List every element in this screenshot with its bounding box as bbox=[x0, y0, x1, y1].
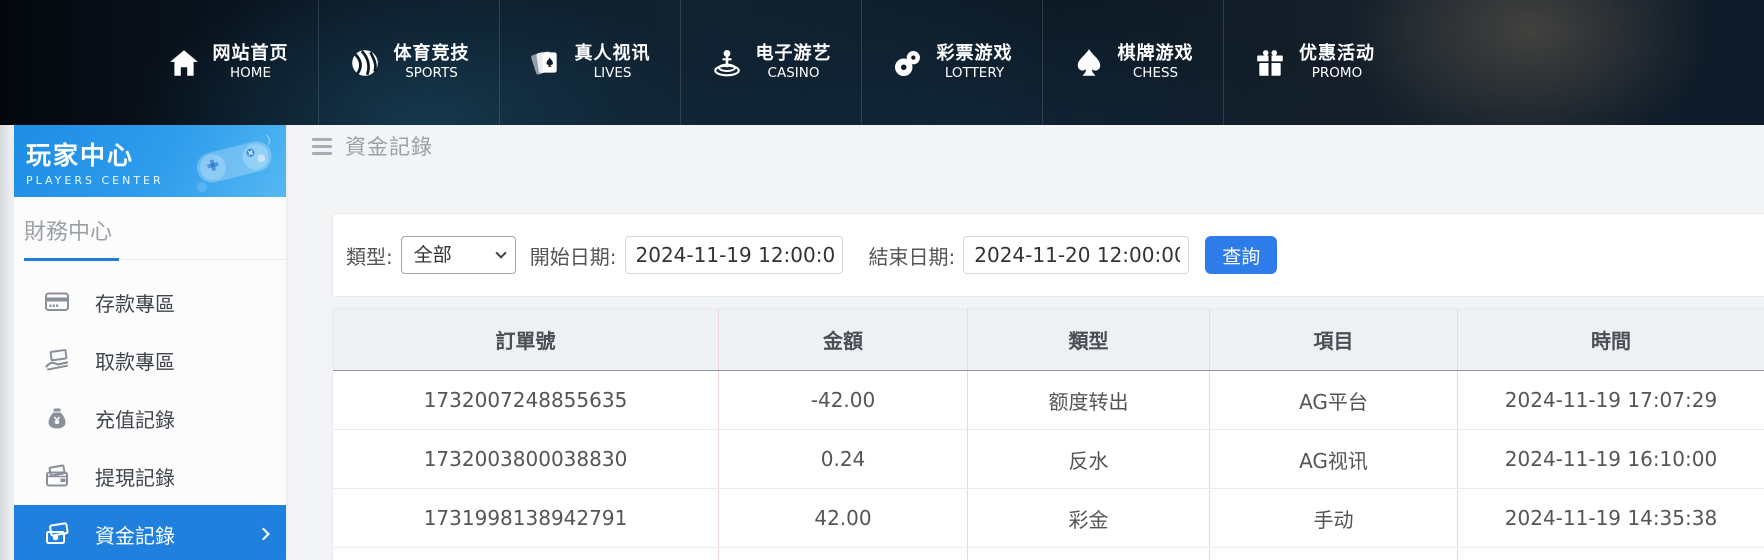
money-bag-icon bbox=[44, 405, 70, 431]
nav-label-en: LOTTERY bbox=[945, 65, 1004, 82]
column-header-amount: 金額 bbox=[718, 309, 967, 370]
column-header-type: 類型 bbox=[967, 309, 1209, 370]
deposit-card-icon bbox=[44, 289, 70, 315]
sidebar-item-recharge-record[interactable]: 充值記錄 bbox=[14, 389, 286, 447]
sidebar-divider bbox=[24, 258, 286, 261]
nav-item-promo[interactable]: 优惠活动 PROMO bbox=[1224, 0, 1405, 125]
home-icon bbox=[168, 47, 200, 79]
lottery-balls-icon bbox=[892, 47, 924, 79]
nav-label-en: CASINO bbox=[768, 65, 820, 82]
banknotes-icon bbox=[44, 521, 70, 547]
nav-item-casino[interactable]: 电子游艺 CASINO bbox=[681, 0, 862, 125]
sidebar-item-label: 資金記錄 bbox=[95, 520, 175, 549]
wallet-icon bbox=[44, 463, 70, 489]
filter-panel: 類型: 全部 開始日期: 結束日期: 查詢 bbox=[332, 213, 1764, 297]
type-select[interactable]: 全部 bbox=[401, 236, 516, 274]
sidebar-item-label: 存款專區 bbox=[95, 288, 175, 317]
cell-amount: 42.00 bbox=[718, 489, 967, 547]
nav-label-en: LIVES bbox=[594, 65, 632, 82]
cell-time: 2024-11-19 14:35:38 bbox=[1457, 489, 1764, 547]
gamepad-icon bbox=[188, 129, 280, 193]
cell-order-no: 1732003800038830 bbox=[333, 430, 718, 488]
sidebar-item-label: 取款專區 bbox=[95, 346, 175, 375]
cell-item: 手动 bbox=[1209, 489, 1457, 547]
nav-label-cn: 体育竞技 bbox=[394, 43, 470, 66]
sidebar-item-withdrawal-record[interactable]: 提現記錄 bbox=[14, 447, 286, 505]
nav-item-chess[interactable]: 棋牌游戏 CHESS bbox=[1043, 0, 1224, 125]
withdraw-hand-icon bbox=[44, 347, 70, 373]
chevron-right-icon bbox=[257, 528, 270, 541]
page-left-edge bbox=[0, 125, 14, 560]
playing-cards-icon bbox=[530, 47, 562, 79]
cell-amount: -42.00 bbox=[718, 371, 967, 429]
nav-label-cn: 彩票游戏 bbox=[937, 43, 1013, 66]
gift-icon bbox=[1254, 47, 1286, 79]
sidebar-item-label: 提現記錄 bbox=[95, 462, 175, 491]
nav-label-cn: 棋牌游戏 bbox=[1118, 43, 1194, 66]
spade-icon bbox=[1073, 47, 1105, 79]
players-center-sidebar: 玩家中心 PLAYERS CENTER 財務中心 bbox=[14, 125, 286, 560]
end-date-label: 結束日期: bbox=[869, 241, 956, 270]
sports-ball-icon bbox=[349, 47, 381, 79]
nav-label-cn: 网站首页 bbox=[213, 43, 289, 66]
nav-label-en: CHESS bbox=[1133, 65, 1178, 82]
cell-type: 额度转出 bbox=[967, 371, 1209, 429]
cell-time: 2024-11-19 17:07:29 bbox=[1457, 371, 1764, 429]
sidebar-section-title: 財務中心 bbox=[14, 197, 286, 258]
nav-item-lottery[interactable]: 彩票游戏 LOTTERY bbox=[862, 0, 1043, 125]
sidebar-menu: 存款專區 取款專區 充值記錄 bbox=[14, 273, 286, 560]
type-label: 類型: bbox=[346, 241, 393, 270]
nav-label-en: PROMO bbox=[1312, 65, 1362, 82]
search-button[interactable]: 查詢 bbox=[1205, 236, 1277, 274]
cell-order-no: 1732007248855635 bbox=[333, 371, 718, 429]
nav-label-en: SPORTS bbox=[405, 65, 458, 82]
nav-label-cn: 真人视讯 bbox=[575, 43, 651, 66]
breadcrumb: 資金記錄 bbox=[312, 131, 433, 161]
cell-item: AG视讯 bbox=[1209, 430, 1457, 488]
table-row: 1732003800038830 0.24 反水 AG视讯 2024-11-19… bbox=[333, 430, 1764, 489]
nav-label-en: HOME bbox=[230, 65, 271, 82]
sidebar-item-deposit[interactable]: 存款專區 bbox=[14, 273, 286, 331]
cell-order-no: 1731998138942791 bbox=[333, 489, 718, 547]
cell-amount: 0.24 bbox=[718, 430, 967, 488]
nav-item-home[interactable]: 网站首页 HOME bbox=[138, 0, 319, 125]
page-title: 資金記錄 bbox=[345, 131, 433, 161]
nav-menu: 网站首页 HOME 体育竞技 SPORTS bbox=[138, 0, 1405, 125]
start-date-input[interactable] bbox=[625, 236, 843, 274]
table-row-partial bbox=[333, 548, 1764, 560]
column-header-time: 時間 bbox=[1457, 309, 1764, 370]
table-row: 1732007248855635 -42.00 额度转出 AG平台 2024-1… bbox=[333, 371, 1764, 430]
sidebar-item-funds-record[interactable]: 資金記錄 bbox=[14, 505, 286, 560]
nav-item-lives[interactable]: 真人视讯 LIVES bbox=[500, 0, 681, 125]
roulette-icon bbox=[711, 47, 743, 79]
sidebar-header: 玩家中心 PLAYERS CENTER bbox=[14, 125, 286, 197]
column-header-order-no: 訂單號 bbox=[333, 309, 718, 370]
cell-time: 2024-11-19 16:10:00 bbox=[1457, 430, 1764, 488]
menu-toggle-icon[interactable] bbox=[312, 136, 332, 157]
end-date-input[interactable] bbox=[963, 236, 1189, 274]
column-header-item: 項目 bbox=[1209, 309, 1457, 370]
start-date-label: 開始日期: bbox=[530, 241, 617, 270]
sidebar-item-withdraw[interactable]: 取款專區 bbox=[14, 331, 286, 389]
table-header-row: 訂單號 金額 類型 項目 時間 bbox=[333, 309, 1764, 371]
cell-type: 反水 bbox=[967, 430, 1209, 488]
funds-record-table: 訂單號 金額 類型 項目 時間 1732007248855635 -42.00 … bbox=[332, 308, 1764, 560]
top-navigation-bar: 网站首页 HOME 体育竞技 SPORTS bbox=[0, 0, 1764, 125]
nav-label-cn: 优惠活动 bbox=[1299, 43, 1375, 66]
table-row: 1731998138942791 42.00 彩金 手动 2024-11-19 … bbox=[333, 489, 1764, 548]
nav-label-cn: 电子游艺 bbox=[756, 43, 832, 66]
nav-item-sports[interactable]: 体育竞技 SPORTS bbox=[319, 0, 500, 125]
sidebar-item-label: 充值記錄 bbox=[95, 404, 175, 433]
cell-item: AG平台 bbox=[1209, 371, 1457, 429]
cell-type: 彩金 bbox=[967, 489, 1209, 547]
